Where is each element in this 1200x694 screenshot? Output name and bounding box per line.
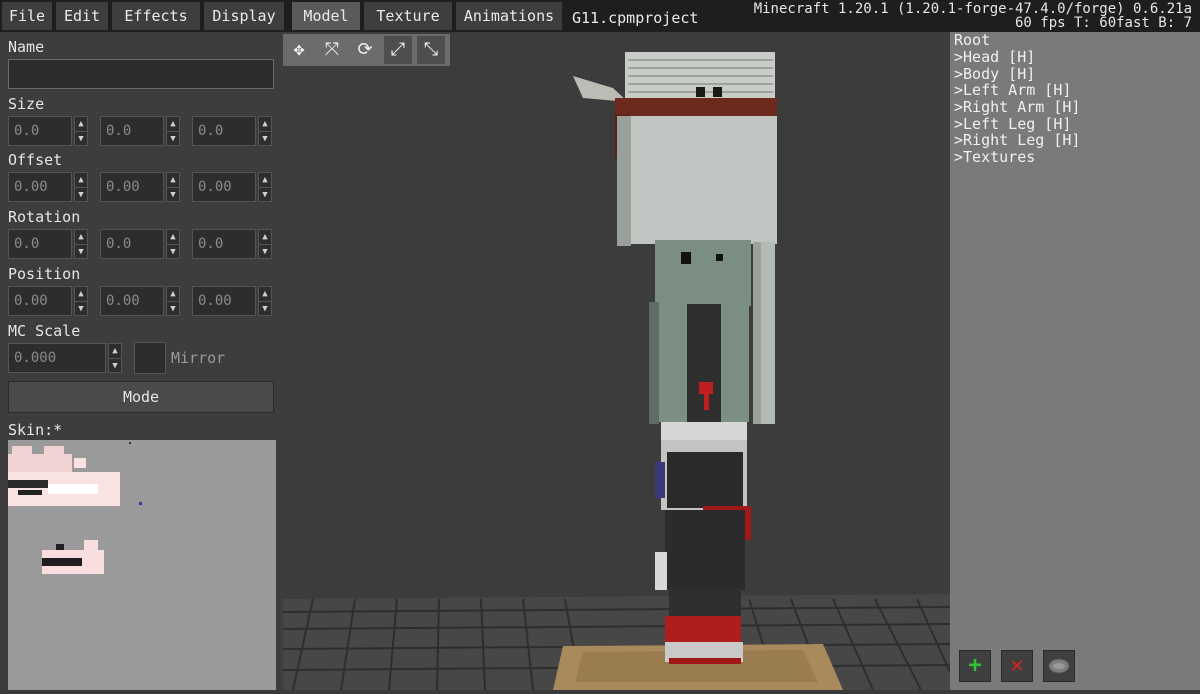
rotation-z-stepper[interactable]: ▲ ▼ [258, 229, 272, 259]
mode-button[interactable]: Mode [8, 381, 274, 413]
resize-tool-button[interactable]: ⤧ [318, 36, 346, 64]
tab-model[interactable]: Model [292, 2, 360, 30]
size-y-stepper[interactable]: ▲ ▼ [166, 116, 180, 146]
skin-label: Skin:* [8, 421, 63, 439]
mc-scale-input[interactable]: 0.000 [8, 343, 106, 373]
plus-icon: + [968, 653, 982, 678]
offset-z-stepper[interactable]: ▲ ▼ [258, 172, 272, 202]
tree-item-label: Head [H] [963, 48, 1036, 66]
size-z-input[interactable]: 0.0 [192, 116, 256, 146]
resize-icon: ⤧ [324, 39, 340, 60]
3d-viewport[interactable]: ✥ ⤧ ⟳ ⤢ ⤡ [283, 32, 950, 690]
rotation-z-input[interactable]: 0.0 [192, 229, 256, 259]
rotate-tool-button[interactable]: ⟳ [351, 36, 379, 64]
position-y-input[interactable]: 0.00 [100, 286, 164, 316]
skin-texture-preview[interactable] [8, 440, 276, 690]
position-y-stepper[interactable]: ▲ ▼ [166, 286, 180, 316]
name-label: Name [8, 38, 45, 56]
tree-item-right-leg[interactable]: >Right Leg [H] [954, 131, 1080, 149]
mirror-checkbox[interactable] [134, 342, 166, 374]
menu-edit[interactable]: Edit [56, 2, 108, 30]
offset-x-stepper[interactable]: ▲ ▼ [74, 172, 88, 202]
menu-display[interactable]: Display [204, 2, 284, 30]
tree-item-textures[interactable]: >Textures [954, 148, 1035, 166]
tree-item-label: Right Arm [H] [963, 98, 1081, 116]
position-label: Position [8, 265, 81, 283]
move-tool-button[interactable]: ✥ [285, 36, 313, 64]
menu-bar: File Edit Effects Display Model Texture … [0, 0, 1200, 32]
eye-icon [1048, 658, 1070, 674]
offset-tool-button[interactable]: ⤢ [384, 36, 412, 64]
rotation-y-stepper[interactable]: ▲ ▼ [166, 229, 180, 259]
delete-element-button[interactable]: ✕ [1001, 650, 1033, 682]
properties-panel: Name Size 0.0 ▲ ▼ 0.0 ▲ ▼ 0.0 ▲ ▼ Offset 0.… [0, 32, 283, 690]
chevron-right-icon: > [954, 148, 964, 166]
size-label: Size [8, 95, 45, 113]
mc-scale-stepper[interactable]: ▲ ▼ [108, 343, 122, 373]
tree-item-label: Right Leg [H] [963, 131, 1081, 149]
tree-item-right-arm[interactable]: >Right Arm [H] [954, 98, 1080, 116]
name-input[interactable] [8, 59, 274, 89]
size-z-stepper[interactable]: ▲ ▼ [258, 116, 272, 146]
skin-texture-image [8, 442, 142, 574]
add-element-button[interactable]: + [959, 650, 991, 682]
rotate-icon: ⟳ [357, 39, 373, 60]
model-tree-panel: Root >Head [H] >Body [H] >Left Arm [H] >… [950, 31, 1200, 690]
offset-icon: ⤢ [390, 39, 406, 60]
offset-z-input[interactable]: 0.00 [192, 172, 256, 202]
x-icon: ✕ [1010, 653, 1024, 678]
position-z-input[interactable]: 0.00 [192, 286, 256, 316]
tree-item-label: Textures [963, 148, 1036, 166]
mirror-label: Mirror [171, 349, 226, 367]
scale-tool-button[interactable]: ⤡ [417, 36, 445, 64]
toggle-visibility-button[interactable] [1043, 650, 1075, 682]
size-y-input[interactable]: 0.0 [100, 116, 164, 146]
offset-label: Offset [8, 151, 63, 169]
chevron-right-icon: > [954, 131, 964, 149]
chevron-right-icon: > [954, 98, 964, 116]
offset-y-input[interactable]: 0.00 [100, 172, 164, 202]
position-x-stepper[interactable]: ▲ ▼ [74, 286, 88, 316]
transform-toolbar: ✥ ⤧ ⟳ ⤢ ⤡ [283, 34, 450, 66]
menu-file[interactable]: File [2, 2, 52, 30]
position-z-stepper[interactable]: ▲ ▼ [258, 286, 272, 316]
mc-scale-label: MC Scale [8, 322, 81, 340]
project-name: G11.cpmproject [572, 9, 699, 27]
tree-root[interactable]: Root [954, 31, 990, 49]
offset-x-input[interactable]: 0.00 [8, 172, 72, 202]
tree-item-left-arm[interactable]: >Left Arm [H] [954, 81, 1071, 99]
position-x-input[interactable]: 0.00 [8, 286, 72, 316]
rotation-label: Rotation [8, 208, 81, 226]
model-scene [283, 52, 950, 690]
tree-item-label: Left Arm [H] [963, 81, 1072, 99]
rotation-x-input[interactable]: 0.0 [8, 229, 72, 259]
offset-y-stepper[interactable]: ▲ ▼ [166, 172, 180, 202]
rotation-y-input[interactable]: 0.0 [100, 229, 164, 259]
fps-info: 60 fps T: 60fast B: 7 [1014, 15, 1192, 31]
menu-effects[interactable]: Effects [112, 2, 200, 30]
rotation-x-stepper[interactable]: ▲ ▼ [74, 229, 88, 259]
tree-item-head[interactable]: >Head [H] [954, 48, 1035, 66]
move-icon: ✥ [293, 39, 305, 60]
chevron-right-icon: > [954, 48, 964, 66]
tab-animations[interactable]: Animations [456, 2, 562, 30]
tab-texture[interactable]: Texture [364, 2, 452, 30]
scale-icon: ⤡ [423, 39, 439, 60]
size-x-stepper[interactable]: ▲ ▼ [74, 116, 88, 146]
chevron-right-icon: > [954, 81, 964, 99]
size-x-input[interactable]: 0.0 [8, 116, 72, 146]
